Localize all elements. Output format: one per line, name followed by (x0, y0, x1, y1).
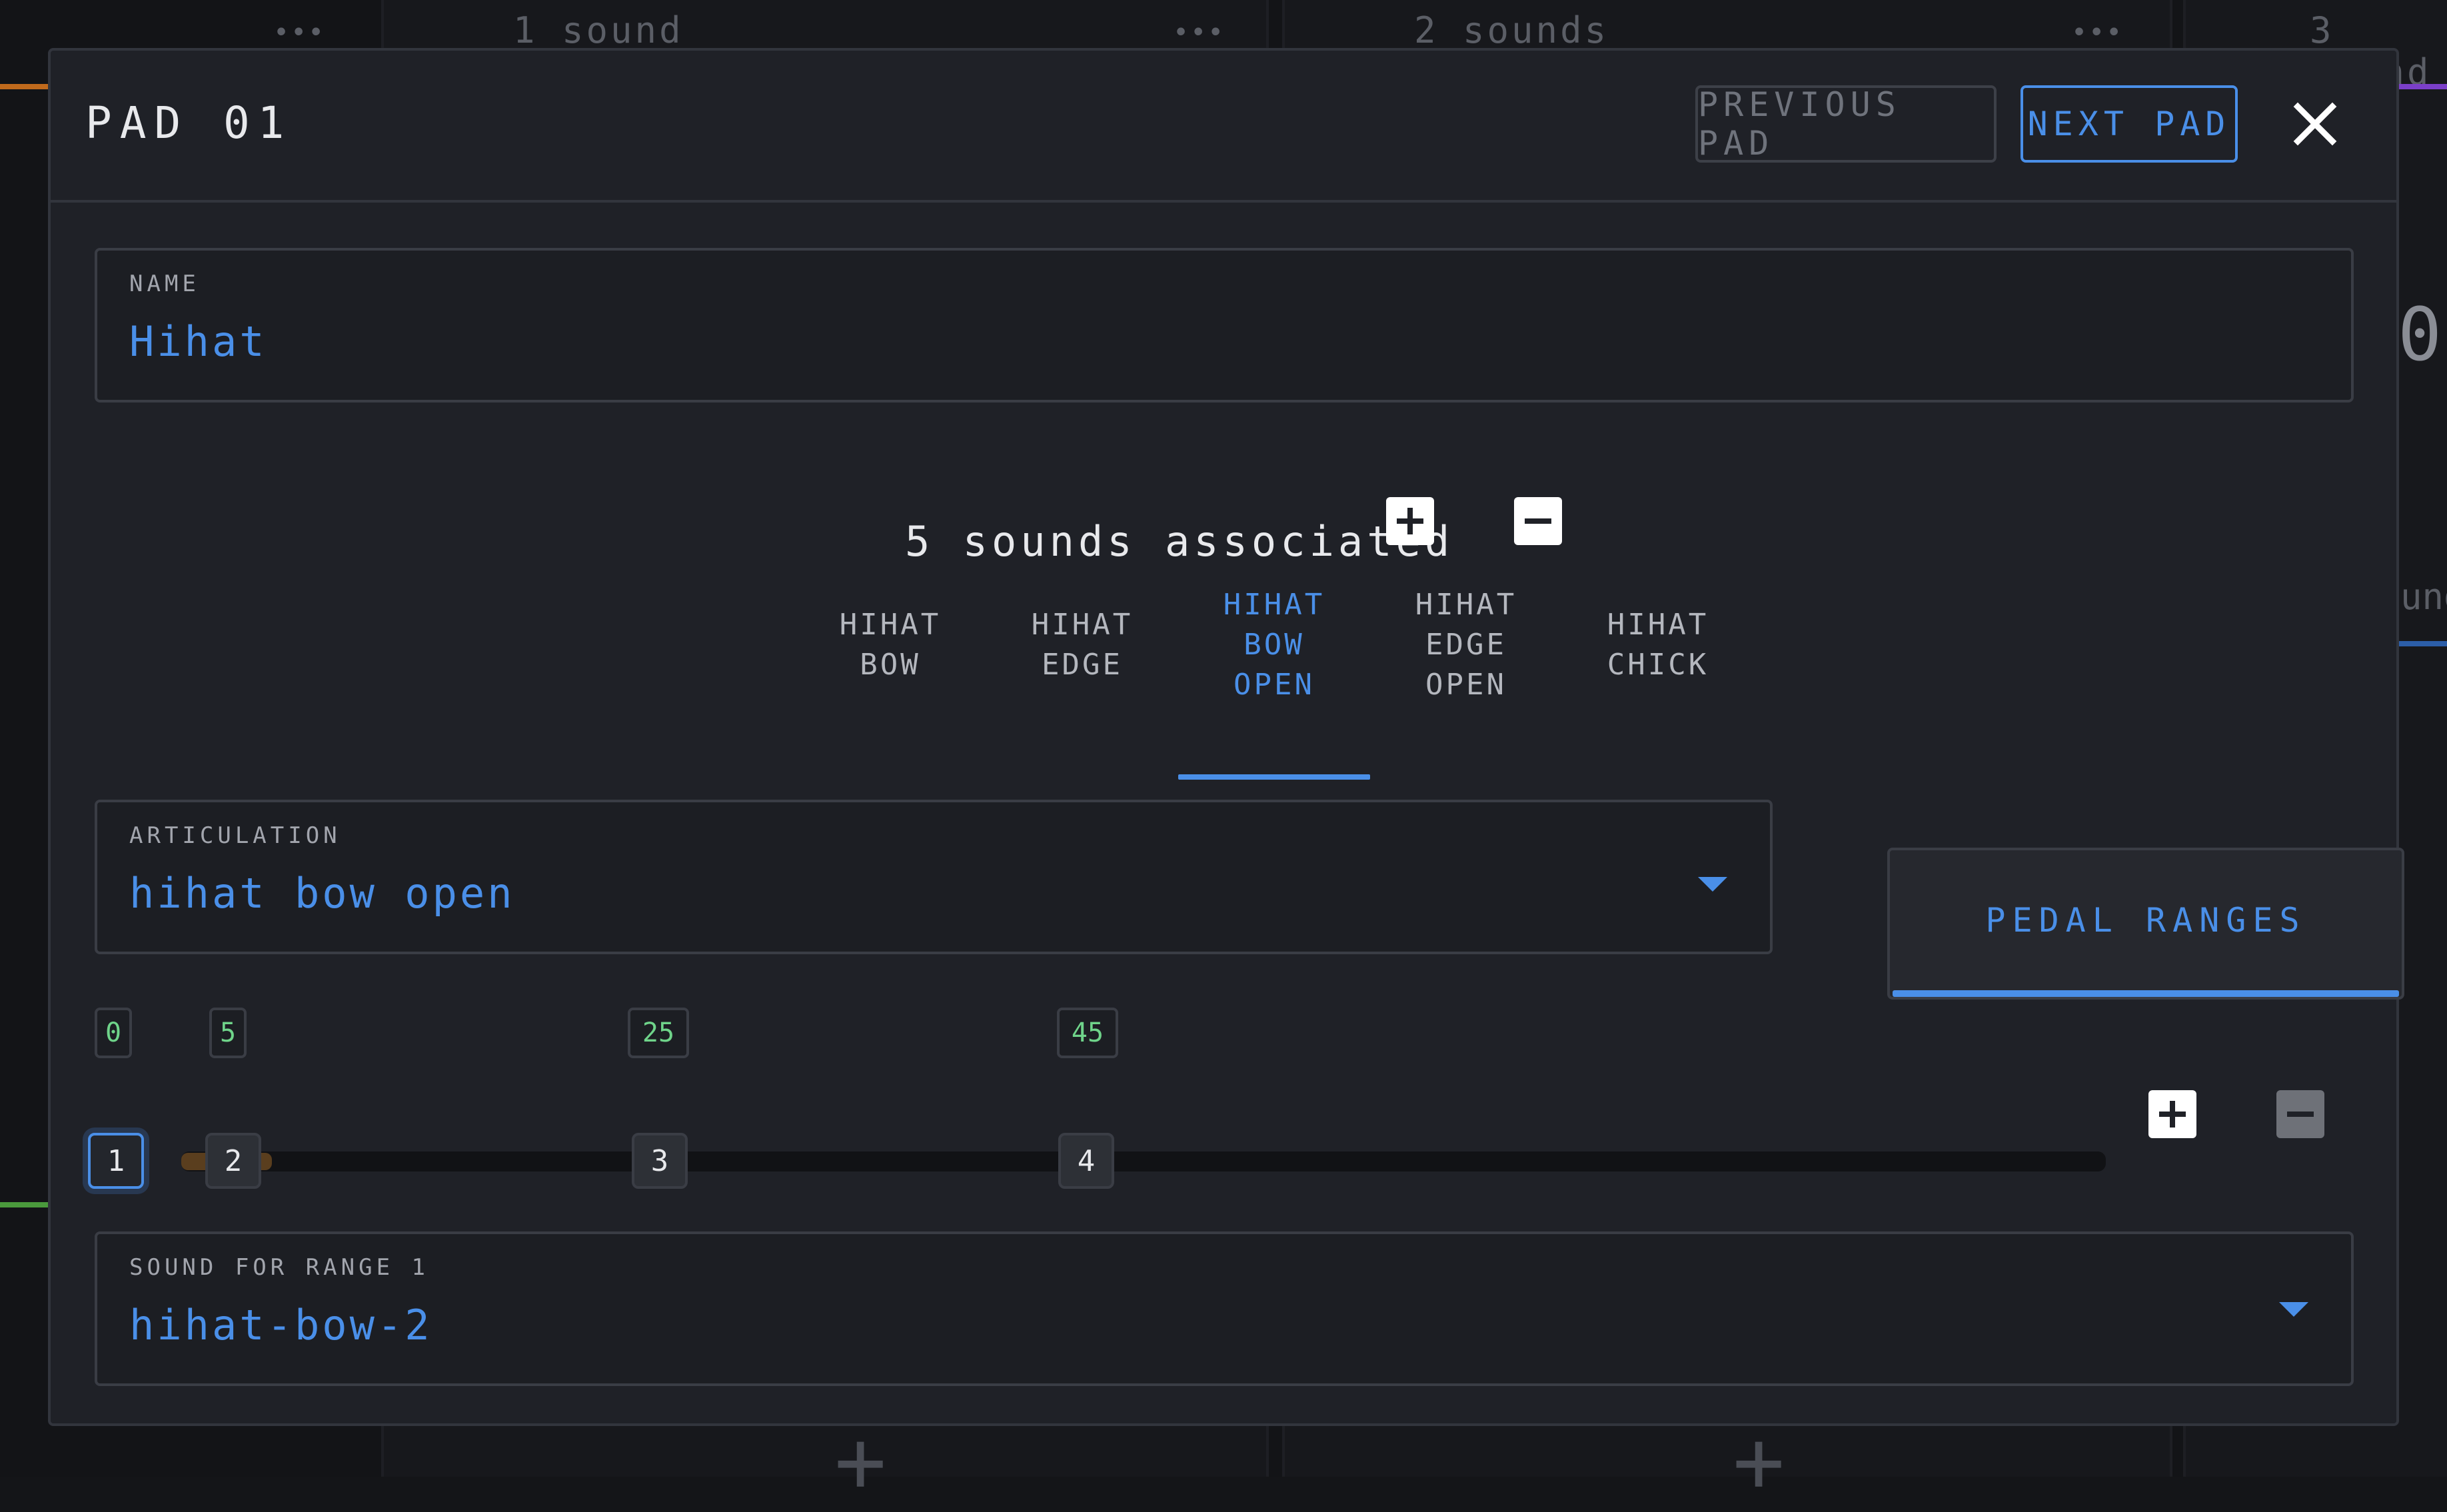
dialog-title: PAD 01 (85, 97, 293, 149)
name-field-label: NAME (129, 271, 200, 297)
sound-for-range-label: SOUND FOR RANGE 1 (129, 1254, 429, 1281)
pad-editor-dialog: PAD 01 PREVIOUS PAD NEXT PAD NAME Hihat … (48, 48, 2404, 1426)
menu-dots-icon[interactable]: ••• (1173, 17, 1225, 48)
sound-for-range-value: hihat-bow-2 (129, 1301, 432, 1349)
range-handle[interactable]: 2 (205, 1133, 261, 1189)
tab-hihat-edge[interactable]: HIHAT EDGE (986, 605, 1178, 685)
menu-dots-icon[interactable]: ••• (273, 17, 325, 48)
add-pad-icon[interactable]: + (834, 1418, 886, 1505)
pad-sound-count: 1 sound (513, 9, 684, 51)
tab-hihat-chick[interactable]: HIHAT CHICK (1562, 605, 1754, 685)
pad-color-line (2399, 84, 2447, 89)
sounds-count-text: 5 sounds associated (905, 517, 1454, 566)
sound-for-range-select[interactable]: SOUND FOR RANGE 1 hihat-bow-2 (95, 1231, 2354, 1386)
range-handle[interactable]: 3 (632, 1133, 688, 1189)
next-pad-button[interactable]: NEXT PAD (2021, 85, 2238, 163)
pad-color-line (2399, 641, 2447, 646)
add-pad-icon[interactable]: + (1733, 1418, 1785, 1505)
articulation-label: ARTICULATION (129, 822, 341, 849)
threshold-badge: 25 (628, 1008, 689, 1058)
previous-pad-button[interactable]: PREVIOUS PAD (1695, 85, 1997, 163)
threshold-badge: 5 (209, 1008, 247, 1058)
range-handle[interactable]: 4 (1058, 1133, 1114, 1189)
tab-hihat-bow-open[interactable]: HIHAT BOW OPEN (1178, 585, 1370, 705)
threshold-badge: 45 (1057, 1008, 1118, 1058)
minus-icon[interactable] (1514, 497, 1562, 545)
articulation-select[interactable]: ARTICULATION hihat bow open (95, 800, 1773, 954)
range-slider-track[interactable] (181, 1151, 2106, 1171)
name-field-value[interactable]: Hihat (129, 317, 267, 366)
menu-dots-icon[interactable]: ••• (2071, 17, 2123, 48)
pedal-ranges-label: PEDAL RANGES (1985, 901, 2306, 940)
caret-down-icon[interactable] (2279, 1302, 2308, 1317)
pad-sound-count: 2 sounds (1414, 9, 1609, 51)
tab-hihat-edge-open[interactable]: HIHAT EDGE OPEN (1370, 585, 1562, 705)
pad-sound-count: und (2400, 576, 2447, 618)
active-tab-indicator (1178, 774, 1370, 780)
caret-down-icon[interactable] (1698, 877, 1727, 892)
plus-icon[interactable] (1386, 497, 1434, 545)
pedal-ranges-active-bar (1893, 990, 2399, 997)
close-icon[interactable] (2288, 97, 2342, 151)
tab-hihat-bow[interactable]: HIHAT BOW (794, 605, 986, 685)
pad-color-line (0, 84, 48, 89)
add-range-plus-icon[interactable] (2148, 1090, 2196, 1138)
pad-color-line (0, 1202, 48, 1207)
threshold-badge: 0 (95, 1008, 132, 1058)
remove-range-minus-icon[interactable] (2276, 1090, 2324, 1138)
name-field[interactable]: NAME Hihat (95, 248, 2354, 402)
pedal-ranges-button[interactable]: PEDAL RANGES (1887, 848, 2404, 1000)
pad-number: 0 (2398, 292, 2442, 377)
dialog-header: PAD 01 PREVIOUS PAD NEXT PAD (51, 51, 2396, 203)
range-handle[interactable]: 1 (88, 1133, 144, 1189)
articulation-value: hihat bow open (129, 869, 515, 918)
